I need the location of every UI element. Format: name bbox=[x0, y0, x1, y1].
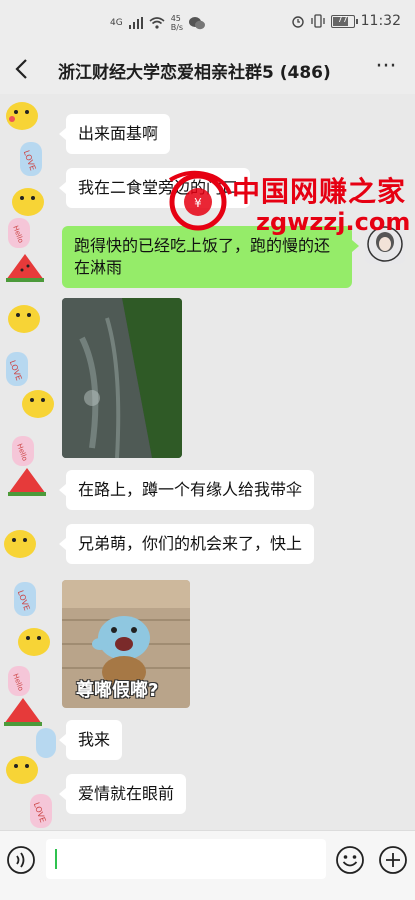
hello-sticker bbox=[36, 728, 56, 758]
bubble-tail bbox=[59, 128, 66, 140]
status-bar: 4G 45 B/s 77 11:32 bbox=[0, 0, 415, 46]
message-text: 我来 bbox=[78, 730, 111, 749]
pikachu-sticker bbox=[22, 390, 54, 418]
network-speed-value: 45 bbox=[170, 14, 181, 23]
chat-title: 浙江财经大学恋爱相亲社群5 (486) bbox=[58, 63, 331, 83]
love-sticker: LOVE bbox=[14, 582, 36, 616]
love-sticker: LOVE bbox=[20, 142, 42, 176]
battery-level: 77 bbox=[337, 14, 348, 24]
message-text: 在路上，蹲一个有缘人给我带伞 bbox=[78, 480, 303, 499]
more-options-button[interactable]: ··· bbox=[373, 54, 399, 80]
svg-text:¥: ¥ bbox=[194, 196, 202, 210]
chat-header: 浙江财经大学恋爱相亲社群5 (486) ··· bbox=[0, 46, 415, 94]
pikachu-sticker bbox=[6, 756, 38, 784]
pikachu-sticker bbox=[8, 305, 40, 333]
message-input[interactable] bbox=[46, 839, 326, 879]
rainy-road-photo bbox=[62, 298, 182, 458]
bubble-tail bbox=[352, 240, 359, 252]
message-text: 爱情就在眼前 bbox=[78, 784, 175, 803]
network-speed-unit: B/s bbox=[170, 23, 184, 32]
bubble-tail bbox=[59, 538, 66, 550]
message-bubble[interactable]: 在路上，蹲一个有缘人给我带伞 bbox=[59, 470, 315, 510]
message-text: 跑得快的已经吃上饭了，跑的慢的还在淋雨 bbox=[74, 236, 331, 277]
hello-sticker: Hello bbox=[8, 666, 30, 696]
network-speed: 45 B/s bbox=[171, 14, 183, 32]
message-bubble[interactable]: 爱情就在眼前 bbox=[59, 774, 187, 814]
battery-icon: 77 bbox=[330, 14, 358, 28]
message-text: 兄弟萌，你们的机会来了，快上 bbox=[78, 534, 303, 553]
voice-icon[interactable] bbox=[6, 845, 36, 875]
pikachu-sticker bbox=[12, 188, 44, 216]
love-sticker: LOVE bbox=[30, 794, 52, 828]
wifi-icon bbox=[149, 17, 165, 29]
watermark-url: zgwzzj.com bbox=[256, 208, 411, 236]
status-right-group: 77 11:32 bbox=[291, 13, 401, 29]
watermelon-sticker bbox=[8, 468, 46, 496]
network-type: 4G bbox=[110, 18, 123, 28]
pikachu-sticker bbox=[4, 530, 36, 558]
message-bubble[interactable]: 兄弟萌，你们的机会来了，快上 bbox=[59, 524, 315, 564]
chat-input-bar bbox=[0, 830, 415, 900]
image-message[interactable] bbox=[62, 298, 182, 458]
dragon-logo-icon: ¥ bbox=[168, 170, 232, 231]
bubble-tail bbox=[59, 182, 66, 194]
hello-sticker: Hello bbox=[12, 436, 34, 466]
watermelon-sticker bbox=[6, 254, 44, 282]
watermelon-sticker bbox=[4, 698, 42, 726]
message-text: 出来面基啊 bbox=[78, 124, 159, 143]
bubble-tail bbox=[59, 734, 66, 746]
emoji-icon[interactable] bbox=[335, 845, 365, 875]
chat-message-area[interactable]: LOVE Hello LOVE Hello LOVE Hello LOVE 出来… bbox=[0, 94, 415, 830]
message-bubble[interactable]: 出来面基啊 bbox=[59, 114, 171, 154]
pikachu-sticker bbox=[18, 628, 50, 656]
watermark-title: 中国网赚之家 bbox=[232, 175, 407, 208]
pikachu-sticker bbox=[6, 102, 38, 130]
sticker-caption: 尊嘟假嘟? bbox=[76, 680, 159, 701]
love-sticker: LOVE bbox=[6, 352, 28, 386]
alarm-icon bbox=[291, 16, 304, 28]
plus-icon[interactable] bbox=[378, 845, 408, 875]
chevron-left-icon[interactable] bbox=[10, 55, 34, 83]
watermark-overlay: ¥ 中国网赚之家 zgwzzj.com bbox=[160, 168, 410, 238]
hello-sticker: Hello bbox=[8, 218, 30, 248]
decorative-sticker-border: LOVE Hello LOVE Hello LOVE Hello LOVE bbox=[4, 102, 56, 828]
status-time: 11:32 bbox=[360, 13, 401, 29]
text-cursor bbox=[55, 849, 57, 869]
bubble-tail bbox=[59, 788, 66, 800]
message-bubble[interactable]: 我来 bbox=[59, 720, 123, 760]
vibrate-icon bbox=[310, 14, 325, 28]
sticker-message[interactable]: 尊嘟假嘟? bbox=[62, 580, 190, 708]
bubble-tail bbox=[59, 484, 66, 496]
wechat-icon bbox=[189, 16, 206, 29]
signal-icon bbox=[128, 17, 143, 29]
status-network-group: 4G 45 B/s bbox=[110, 14, 206, 32]
